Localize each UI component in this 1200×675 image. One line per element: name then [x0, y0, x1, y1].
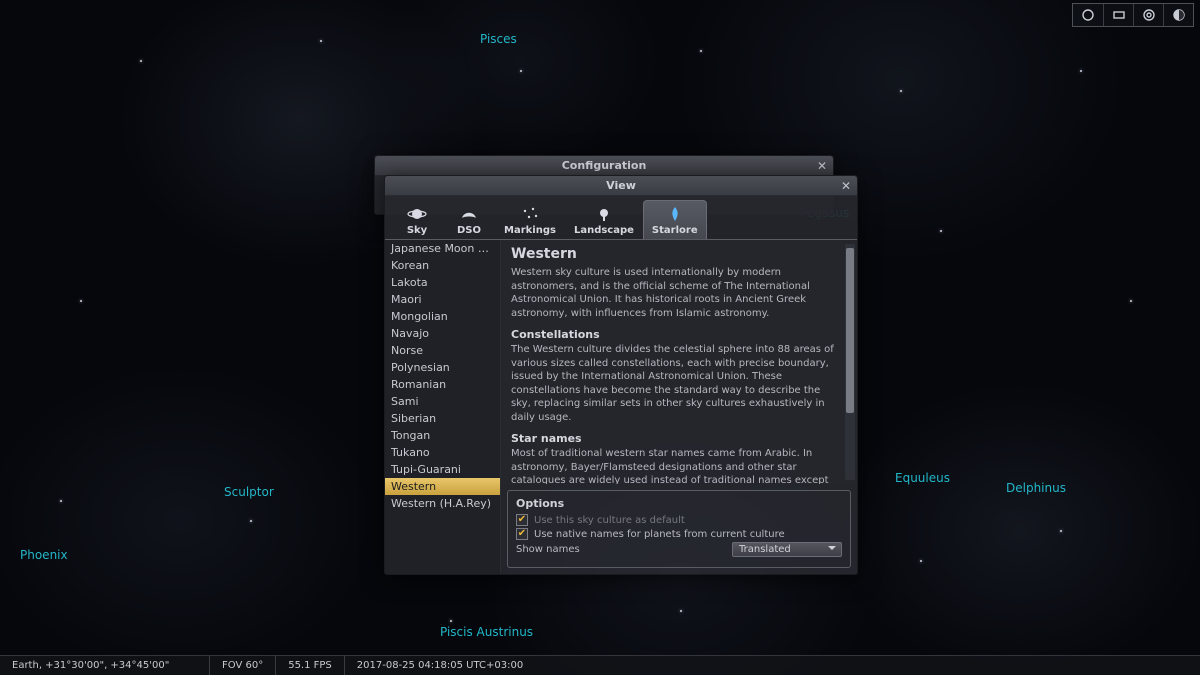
status-fov: FOV 60°	[210, 656, 276, 675]
label-pisces: Pisces	[480, 32, 517, 46]
culture-item[interactable]: Navajo	[385, 325, 500, 342]
culture-item[interactable]: Tongan	[385, 427, 500, 444]
culture-item[interactable]: Romanian	[385, 376, 500, 393]
label-show-names: Show names	[516, 544, 580, 555]
desc-p-const: The Western culture divides the celestia…	[511, 343, 843, 424]
culture-item[interactable]: Western (H.A.Rey)	[385, 495, 500, 512]
config-close-icon[interactable]: ✕	[814, 158, 830, 174]
status-location: Earth, +31°30'00", +34°45'00"	[0, 656, 210, 675]
status-bar: Earth, +31°30'00", +34°45'00" FOV 60° 55…	[0, 655, 1200, 675]
culture-item[interactable]: Sami	[385, 393, 500, 410]
options-group: Options ✔ Use this sky culture as defaul…	[507, 490, 851, 568]
checkbox-use-default[interactable]: ✔	[516, 514, 528, 526]
view-close-icon[interactable]: ✕	[838, 178, 854, 194]
culture-item[interactable]: Siberian	[385, 410, 500, 427]
toolbar-btn-3[interactable]	[1133, 4, 1163, 26]
view-tabs: Sky DSO Markings Landscape Starlore	[385, 196, 857, 239]
tab-dso[interactable]: DSO	[443, 200, 495, 239]
tab-starlore[interactable]: Starlore	[643, 200, 707, 239]
tab-markings-label: Markings	[504, 225, 556, 236]
desc-h-star: Star names	[511, 432, 843, 445]
tab-starlore-label: Starlore	[652, 225, 698, 236]
toolbar-btn-1[interactable]	[1073, 4, 1103, 26]
galaxy-icon	[458, 205, 480, 223]
culture-item[interactable]: Western	[385, 478, 500, 495]
label-equuleus: Equuleus	[895, 471, 950, 485]
select-show-names[interactable]: Translated	[732, 542, 842, 557]
culture-item[interactable]: Tupi-Guarani	[385, 461, 500, 478]
label-native-names: Use native names for planets from curren…	[534, 529, 785, 540]
label-sculptor: Sculptor	[224, 485, 274, 499]
tab-landscape[interactable]: Landscape	[565, 200, 643, 239]
culture-description[interactable]: Western Western sky culture is used inte…	[501, 240, 857, 484]
top-toolbar	[1072, 3, 1194, 27]
toolbar-btn-4[interactable]	[1163, 4, 1193, 26]
label-piscis-austrinus: Piscis Austrinus	[440, 625, 533, 639]
view-titlebar[interactable]: View ✕	[385, 176, 857, 196]
config-titlebar[interactable]: Configuration ✕	[375, 156, 833, 176]
culture-item[interactable]: Mongolian	[385, 308, 500, 325]
sky-culture-list[interactable]: Japanese Moon Stati…KoreanLakotaMaoriMon…	[385, 240, 501, 574]
stars-icon	[519, 205, 541, 223]
options-title: Options	[516, 497, 842, 510]
culture-item[interactable]: Norse	[385, 342, 500, 359]
tab-sky-label: Sky	[407, 225, 427, 236]
desc-intro: Western sky culture is used internationa…	[511, 266, 843, 320]
tab-markings[interactable]: Markings	[495, 200, 565, 239]
desc-scrollbar[interactable]	[845, 244, 855, 480]
label-use-default: Use this sky culture as default	[534, 515, 685, 526]
flame-icon	[664, 205, 686, 223]
culture-item[interactable]: Maori	[385, 291, 500, 308]
culture-item[interactable]: Tukano	[385, 444, 500, 461]
planet-icon	[406, 205, 428, 223]
tab-landscape-label: Landscape	[574, 225, 634, 236]
status-fps: 55.1 FPS	[276, 656, 345, 675]
label-delphinus: Delphinus	[1006, 481, 1066, 495]
window-view: View ✕ Sky DSO Markings Landscape Starlo…	[384, 175, 858, 575]
tree-icon	[593, 205, 615, 223]
desc-title: Western	[511, 246, 843, 262]
tab-sky[interactable]: Sky	[391, 200, 443, 239]
desc-p-star: Most of traditional western star names c…	[511, 447, 843, 484]
culture-item[interactable]: Japanese Moon Stati…	[385, 240, 500, 257]
label-phoenix: Phoenix	[20, 548, 68, 562]
status-datetime: 2017-08-25 04:18:05 UTC+03:00	[345, 656, 535, 675]
tab-dso-label: DSO	[457, 225, 481, 236]
view-title: View	[606, 179, 636, 192]
desc-h-const: Constellations	[511, 328, 843, 341]
culture-item[interactable]: Lakota	[385, 274, 500, 291]
toolbar-btn-2[interactable]	[1103, 4, 1133, 26]
config-title: Configuration	[562, 159, 647, 172]
checkbox-native-names[interactable]: ✔	[516, 528, 528, 540]
culture-item[interactable]: Korean	[385, 257, 500, 274]
culture-item[interactable]: Polynesian	[385, 359, 500, 376]
